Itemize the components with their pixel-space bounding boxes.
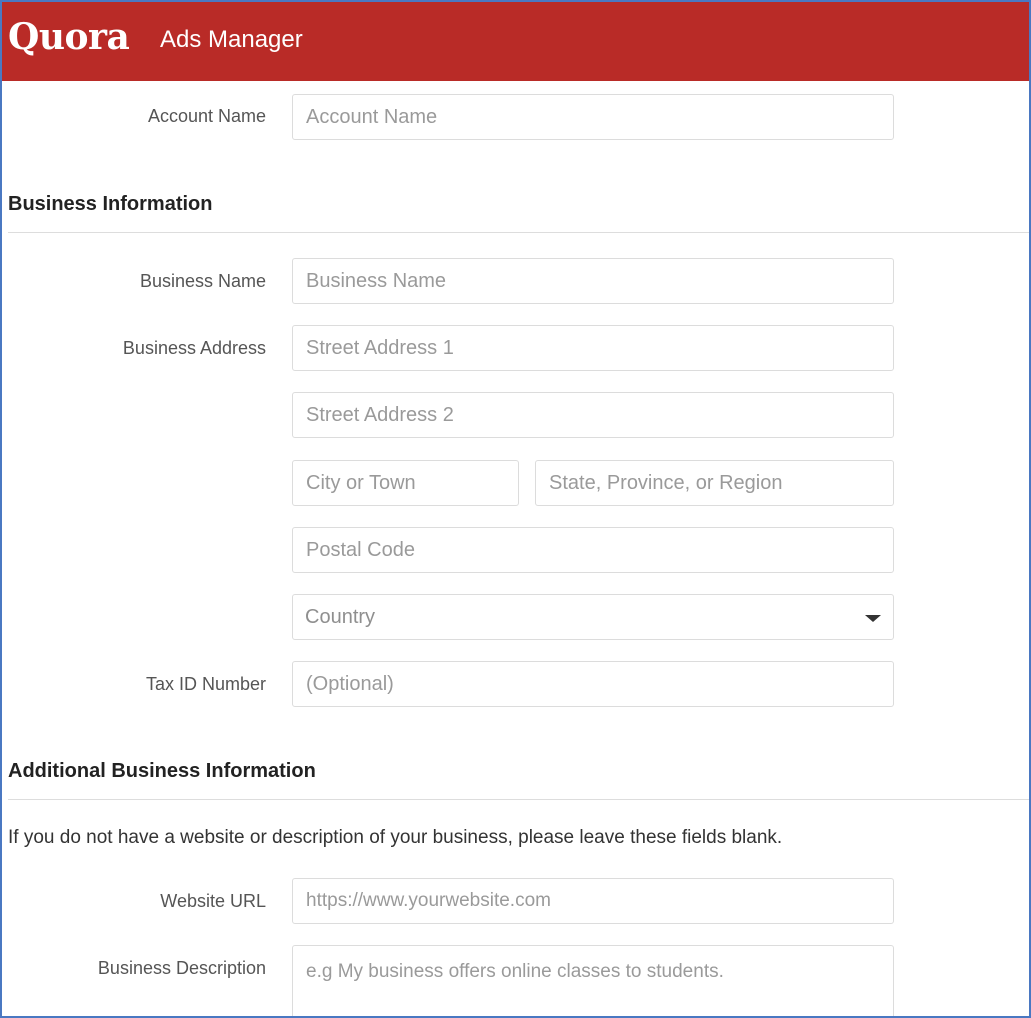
app-title: Ads Manager [160,26,303,53]
website-url-input[interactable] [292,878,894,924]
business-name-input[interactable] [292,258,894,304]
street-address-1-input[interactable] [292,325,894,371]
state-input[interactable] [535,460,894,506]
business-address-label: Business Address [122,338,266,358]
account-name-input[interactable] [292,94,894,140]
account-name-label: Account Name [147,106,266,126]
additional-business-information-heading: Additional Business Information [8,760,316,782]
quora-logo[interactable]: Quora [8,16,130,58]
tax-id-input[interactable] [292,661,894,707]
postal-code-input[interactable] [292,527,894,573]
ads-manager-window: Quora Ads Manager Account Name Business … [0,0,1031,1018]
section-divider [8,232,1029,233]
chevron-down-icon [865,615,881,622]
tax-id-label: Tax ID Number [145,674,266,694]
top-header-bar: Quora Ads Manager [2,2,1029,81]
section-divider [8,799,1029,800]
business-description-textarea[interactable] [292,945,894,1016]
city-input[interactable] [292,460,519,506]
website-url-label: Website URL [160,891,266,911]
business-information-heading: Business Information [8,193,213,215]
business-description-label: Business Description [97,958,266,978]
additional-info-note: If you do not have a website or descript… [8,827,783,848]
business-name-label: Business Name [139,271,266,291]
street-address-2-input[interactable] [292,392,894,438]
country-select[interactable]: Country [292,594,894,640]
country-select-value: Country [305,606,376,628]
